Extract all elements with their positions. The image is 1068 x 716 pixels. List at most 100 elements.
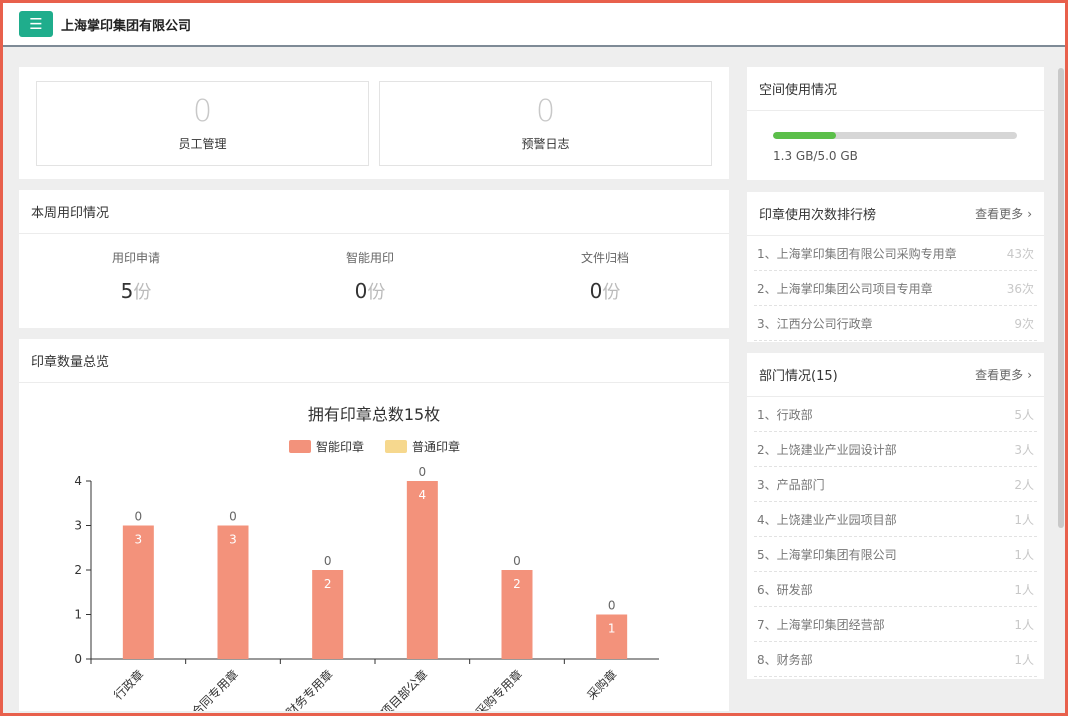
ranking-more-link[interactable]: 查看更多 › [975,205,1032,222]
x-tick-label: 行政章 [110,667,146,703]
week-item-value: 5份 [120,279,152,303]
x-tick-label: 财务专用章 [283,667,336,711]
bar-value-label: 2 [324,577,332,591]
week-item-label: 文件归档 [580,251,629,265]
space-progress-fill [773,132,837,139]
stack-value-label: 0 [135,510,143,524]
bar-value-label: 2 [513,577,521,591]
list-item[interactable]: 2、上饶建业产业园设计部 3人 [754,432,1037,467]
menu-icon: ☰ [29,15,43,33]
week-item-archive[interactable]: 文件归档 0份 [495,249,715,304]
list-item[interactable]: 2、上海掌印集团公司项目专用章 36次 [754,271,1037,306]
stack-value-label: 0 [324,554,332,568]
departments-card: 部门情况(15) 查看更多 › 1、行政部 5人 2、上饶建业产业园设计部 3人 3、产品… [747,353,1044,679]
list-item[interactable]: 7、上海掌印集团经营部 1人 [754,607,1037,642]
list-item-name: 2、上饶建业产业园设计部 [757,442,897,457]
list-item[interactable]: 1、上海掌印集团有限公司采购专用章 43次 [754,236,1037,271]
list-item[interactable]: 1、行政部 5人 [754,397,1037,432]
warning-count: 0 [535,94,556,129]
list-item-count: 1人 [1014,547,1034,562]
space-usage-text: 1.3 GB/5.0 GB [773,149,858,163]
week-item-value: 0份 [589,279,621,303]
list-item-count: 9次 [1014,316,1034,331]
y-tick-label: 2 [74,563,82,577]
weekly-usage-title: 本周用印情况 [31,206,110,221]
list-item-name: 2、上海掌印集团公司项目专用章 [757,281,933,296]
warning-log-label: 预警日志 [521,137,570,151]
departments-header: 部门情况(15) 查看更多 › [747,353,1044,397]
seal-overview-card: 印章数量总览 拥有印章总数15枚智能印章 普通印章 0 1 2 3 4 3 0 行政章 3 0 合同专用… [19,339,729,711]
seal-overview-header: 印章数量总览 [19,339,729,383]
chart-title: 拥有印章总数15枚 [308,405,440,424]
page-scrollbar[interactable] [1058,68,1064,528]
legend-swatch [289,440,311,453]
seal-bar-chart: 拥有印章总数15枚智能印章 普通印章 0 1 2 3 4 3 0 行政章 3 0 合同专用章 2 0 财务专用… [74,405,659,711]
space-progress-bar [773,132,1017,139]
list-item-count: 2人 [1014,477,1034,492]
departments-more-link[interactable]: 查看更多 › [975,366,1032,383]
seal-ranking-card: 印章使用次数排行榜 查看更多 › 1、上海掌印集团有限公司采购专用章 43次 2、上海… [747,192,1044,342]
list-item-count: 1人 [1014,512,1034,527]
list-item-name: 6、研发部 [757,582,813,597]
list-item-count: 36次 [1006,281,1034,296]
company-name: 上海掌印集团有限公司 [61,18,192,34]
bar-value-label: 3 [135,533,143,547]
list-item-count: 1人 [1014,582,1034,597]
x-tick-label: 采购章 [584,667,620,703]
list-item[interactable]: 5、上海掌印集团有限公司 1人 [754,537,1037,572]
x-tick-label: 合同专用章 [188,667,241,711]
menu-toggle-button[interactable]: ☰ [19,11,53,37]
week-item-label: 智能用印 [345,251,394,265]
week-item-value: 0份 [354,279,386,303]
legend-label: 普通印章 [412,439,460,454]
list-item[interactable]: 3、产品部门 2人 [754,467,1037,502]
stats-card: 0 员工管理 0 预警日志 [19,67,729,179]
bar-value-label: 4 [419,488,427,502]
space-usage-header: 空间使用情况 [747,67,1044,111]
seal-overview-title: 印章数量总览 [31,355,110,370]
employee-management-tile[interactable]: 0 员工管理 [36,81,369,166]
week-item-apply[interactable]: 用印申请 5份 [26,249,246,304]
ranking-list: 1、上海掌印集团有限公司采购专用章 43次 2、上海掌印集团公司项目专用章 36次 3、… [747,236,1044,341]
employee-management-label: 员工管理 [178,137,227,151]
list-item-count: 5人 [1014,407,1034,422]
bar-value-label: 1 [608,622,616,636]
top-bar: ☰ 上海掌印集团有限公司 [3,3,1065,47]
list-item-name: 3、产品部门 [757,477,825,492]
list-item-name: 5、上海掌印集团有限公司 [757,547,897,562]
stack-value-label: 0 [419,465,427,479]
stack-value-label: 0 [229,510,237,524]
y-tick-label: 4 [74,474,82,488]
list-item[interactable]: 6、研发部 1人 [754,572,1037,607]
list-item-name: 1、行政部 [757,407,813,422]
list-item-name: 1、上海掌印集团有限公司采购专用章 [757,246,957,261]
stack-value-label: 0 [513,554,521,568]
y-tick-label: 1 [74,608,82,622]
week-item-smart[interactable]: 智能用印 0份 [260,249,480,304]
list-item-name: 4、上饶建业产业园项目部 [757,512,897,527]
x-tick-label: 采购专用章 [472,667,525,711]
x-tick-label: 项目部公章 [377,667,430,711]
chevron-right-icon: › [1027,367,1032,382]
bar [406,481,438,659]
ranking-header: 印章使用次数排行榜 查看更多 › [747,192,1044,236]
list-item[interactable]: 8、财务部 1人 [754,642,1037,677]
legend-label: 智能印章 [316,439,364,454]
list-item[interactable]: 3、江西分公司行政章 9次 [754,306,1037,341]
departments-title: 部门情况(15) [759,369,838,384]
legend-swatch [385,440,407,453]
warning-log-tile[interactable]: 0 预警日志 [379,81,712,166]
list-item[interactable]: 4、上饶建业产业园项目部 1人 [754,502,1037,537]
bar-value-label: 3 [229,533,237,547]
list-item-count: 3人 [1014,442,1034,457]
list-item-name: 8、财务部 [757,652,813,667]
list-item-count: 1人 [1014,617,1034,632]
y-tick-label: 3 [74,519,82,533]
stack-value-label: 0 [608,599,616,613]
list-item-count: 1人 [1014,652,1034,667]
employee-count: 0 [192,94,213,129]
list-item-name: 3、江西分公司行政章 [757,316,873,331]
space-usage-card: 空间使用情况 1.3 GB/5.0 GB [747,67,1044,180]
week-item-label: 用印申请 [111,251,160,265]
departments-list: 1、行政部 5人 2、上饶建业产业园设计部 3人 3、产品部门 2人 4、上饶建业产业园项目… [747,397,1044,677]
